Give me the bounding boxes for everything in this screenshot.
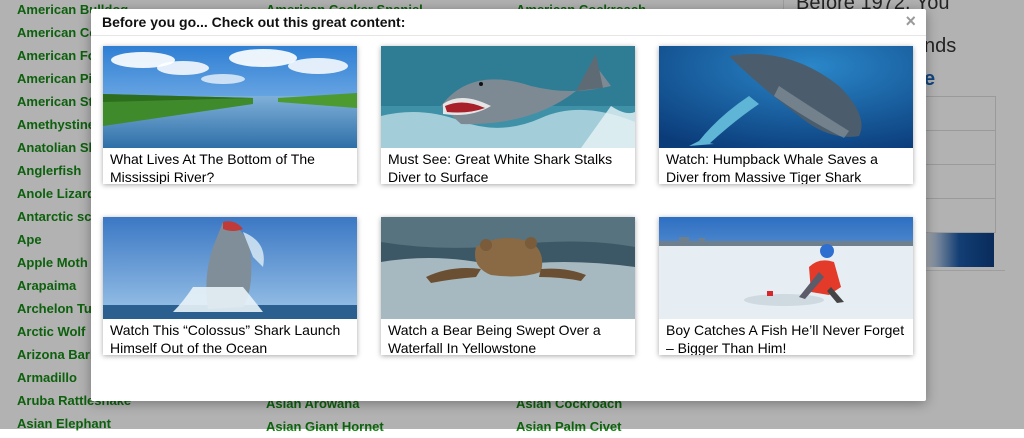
bear-in-water-image — [381, 217, 635, 319]
card-caption: Watch: Humpback Whale Saves a Diver from… — [666, 151, 878, 184]
content-card[interactable]: Watch a Bear Being Swept Over a Waterfal… — [381, 217, 635, 355]
close-icon[interactable]: × — [905, 11, 916, 31]
exit-intent-modal: Before you go... Check out this great co… — [91, 9, 926, 401]
humpback-whale-image — [659, 46, 913, 148]
content-card[interactable]: Must See: Great White Shark Stalks Diver… — [381, 46, 635, 184]
card-caption: What Lives At The Bottom of The Mississi… — [110, 151, 315, 184]
ice-fishing-image — [659, 217, 913, 319]
card-caption: Watch This “Colossus” Shark Launch Himse… — [110, 322, 341, 355]
card-caption: Watch a Bear Being Swept Over a Waterfal… — [388, 322, 601, 355]
card-caption: Must See: Great White Shark Stalks Diver… — [388, 151, 613, 184]
great-white-shark-image — [381, 46, 635, 148]
modal-title: Before you go... Check out this great co… — [102, 14, 406, 30]
modal-header: Before you go... Check out this great co… — [91, 9, 926, 36]
river-landscape-image — [103, 46, 357, 148]
card-caption: Boy Catches A Fish He’ll Never Forget – … — [666, 322, 905, 355]
content-card[interactable]: What Lives At The Bottom of The Mississi… — [103, 46, 357, 184]
breaching-shark-image — [103, 217, 357, 319]
content-card[interactable]: Watch This “Colossus” Shark Launch Himse… — [103, 217, 357, 355]
content-card[interactable]: Boy Catches A Fish He’ll Never Forget – … — [659, 217, 913, 355]
content-card[interactable]: Watch: Humpback Whale Saves a Diver from… — [659, 46, 913, 184]
